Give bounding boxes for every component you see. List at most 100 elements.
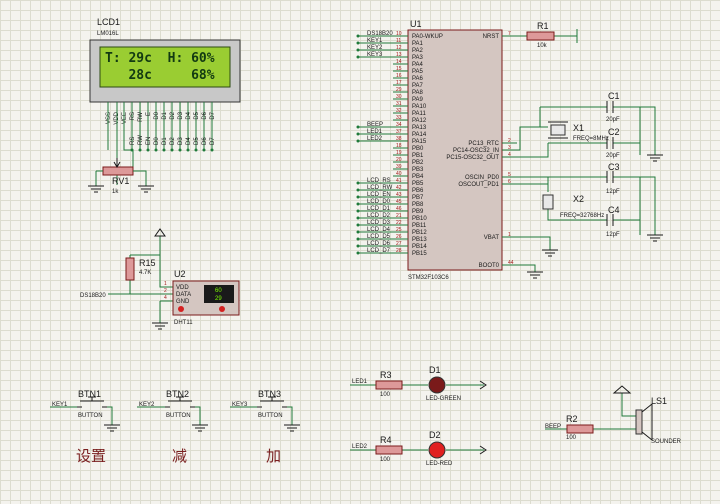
reset-resistor[interactable]: R1 10k bbox=[502, 21, 578, 49]
mcu-net-junction bbox=[356, 237, 360, 241]
lcd-pin-label: D4 bbox=[186, 111, 192, 119]
mcu-pin-no: 45 bbox=[396, 199, 402, 205]
mcu-pin-name: PB8 bbox=[412, 202, 424, 208]
mcu-net-junction bbox=[356, 181, 360, 185]
lcd-pin-label: D3 bbox=[178, 111, 184, 119]
lcd-pin-junction bbox=[154, 148, 158, 152]
lcd-pin-label: D6 bbox=[202, 111, 208, 119]
dht-pin-data: DATA bbox=[176, 292, 191, 298]
mcu-stm32[interactable]: U1 STM32F103C6 10 PA0-WKUP DS18B2011 PA1 KEY… bbox=[356, 19, 518, 281]
mcu-pin-name: PA7 bbox=[412, 83, 424, 89]
mcu-pin-no: 42 bbox=[396, 185, 402, 191]
c2-value: 20pF bbox=[606, 153, 620, 159]
r2-ref: R2 bbox=[566, 414, 578, 424]
mcu-pin-name: PB4 bbox=[412, 174, 424, 180]
mcu-pin-no: 33 bbox=[396, 115, 402, 121]
lcd-net-label: D4 bbox=[186, 137, 192, 145]
button-caption: 加 bbox=[266, 447, 281, 465]
mcu-pin-no: 30 bbox=[396, 94, 402, 100]
mcu-net-label: LCD_D7 bbox=[367, 248, 391, 254]
r15-body bbox=[125, 257, 135, 281]
x2-value: FREQ=32768Hz bbox=[560, 213, 604, 219]
dht-btn-up[interactable] bbox=[219, 306, 225, 312]
mcu-pin-name: PA0-WKUP bbox=[412, 34, 443, 40]
button-btn2[interactable]: KEY2BTN2BUTTON减 bbox=[137, 389, 208, 465]
mcu-pin-no: 37 bbox=[396, 129, 402, 135]
mcu-pin-name-right: PC15-OSC32_OUT bbox=[446, 155, 499, 161]
mcu-pin-no: 10 bbox=[396, 31, 402, 37]
r1-body bbox=[526, 31, 555, 41]
sounder-body bbox=[635, 409, 643, 435]
lcd-pin-junction bbox=[210, 148, 214, 152]
dht-pin-no-2: 2 bbox=[164, 288, 167, 294]
lcd-pin-label: D2 bbox=[170, 111, 176, 119]
mcu-pin-no: 31 bbox=[396, 101, 402, 107]
led-d1[interactable]: LED1 R3 100 D1 LED-GREEN bbox=[350, 365, 487, 402]
dht-btn-down[interactable] bbox=[178, 306, 184, 312]
mcu-net-junction bbox=[356, 188, 360, 192]
power-pins bbox=[502, 236, 558, 279]
led-res-value: 100 bbox=[380, 392, 391, 398]
mcu-pin-no: 22 bbox=[396, 220, 402, 226]
mcu-net-label: BEEP bbox=[367, 122, 383, 128]
dht11-sensor[interactable]: R15 4.7K DS18B20 U2 VDD DATA GND 1 2 4 6… bbox=[80, 228, 240, 330]
dht-pin-no-4: 4 bbox=[164, 295, 167, 301]
mcu-net-junction bbox=[356, 202, 360, 206]
led-net: LED1 bbox=[352, 379, 368, 385]
button-btn3[interactable]: KEY3BTN3BUTTON加 bbox=[230, 389, 300, 465]
mcu-pin-no: 27 bbox=[396, 241, 402, 247]
oscillator-section[interactable]: X1 FREQ=8MHz C1 20pF C2 20pF X2 FREQ=327… bbox=[502, 91, 663, 242]
mcu-net-junction bbox=[356, 55, 360, 59]
lcd-pin-junction bbox=[146, 148, 150, 152]
led-d2[interactable]: LED2 R4 100 D2 LED-RED bbox=[350, 430, 487, 467]
mcu-net-label: LCD_RS bbox=[367, 178, 391, 184]
c3-ref: C3 bbox=[608, 162, 620, 172]
mcu-net-junction bbox=[356, 251, 360, 255]
r2-body bbox=[566, 424, 594, 434]
pot-value: 1k bbox=[112, 189, 119, 195]
mcu-pin-name-right: OSCOUT_PD1 bbox=[458, 182, 499, 188]
lcd-module[interactable]: LCD1 LM016L T: 29c H: 60% 28c 68% VSS VDD… bbox=[89, 17, 241, 152]
lcd-pin-junction bbox=[138, 148, 142, 152]
led-res-value: 100 bbox=[380, 457, 391, 463]
lcd-ref: LCD1 bbox=[97, 17, 120, 27]
button-ref: BTN3 bbox=[258, 389, 281, 399]
lcd-pin-junction bbox=[186, 148, 190, 152]
mcu-pin-name: PA4 bbox=[412, 62, 424, 68]
pot-rv1[interactable]: RV1 1k bbox=[88, 102, 154, 195]
mcu-pin-name: PA14 bbox=[412, 132, 427, 138]
x2-ref: X2 bbox=[573, 194, 584, 204]
mcu-pin-no: 20 bbox=[396, 157, 402, 163]
dht-temp: 60 bbox=[215, 288, 222, 294]
mcu-pin-name: PB12 bbox=[412, 230, 427, 236]
mcu-part: STM32F103C6 bbox=[408, 275, 449, 281]
mcu-pin-name: PA1 bbox=[412, 41, 424, 47]
dht-pin-no-1: 1 bbox=[164, 281, 167, 287]
lcd-net-label: D2 bbox=[170, 137, 176, 145]
button-btn1[interactable]: KEY1BTN1BUTTON设置 bbox=[50, 389, 120, 465]
mcu-pin-no: 15 bbox=[396, 66, 402, 72]
mcu-pin-name: PB0 bbox=[412, 146, 424, 152]
sounder-ref: LS1 bbox=[651, 396, 667, 406]
leds-group: LED1 R3 100 D1 LED-GREEN LED2 R4 100 D2 LED-RED bbox=[350, 365, 487, 467]
mcu-pin-no: 16 bbox=[396, 73, 402, 79]
sounder-section[interactable]: BEEP R2 100 LS1 SOUNDER bbox=[545, 385, 682, 445]
mcu-pin-no: 19 bbox=[396, 150, 402, 156]
mcu-pin-no: 34 bbox=[396, 122, 402, 128]
c2-ref: C2 bbox=[608, 127, 620, 137]
mcu-pin-name: PA6 bbox=[412, 76, 424, 82]
mcu-pin-name-right: PC13_RTC bbox=[468, 141, 499, 147]
mcu-pin-name-right: OSCIN_PD0 bbox=[465, 175, 500, 181]
dht-pin-gnd: GND bbox=[176, 299, 190, 305]
mcu-net-junction bbox=[356, 209, 360, 213]
button-part: BUTTON bbox=[166, 413, 191, 419]
mcu-pin-name: PA10 bbox=[412, 104, 427, 110]
schematic-sheet: LCD1 LM016L T: 29c H: 60% 28c 68% VSS VDD… bbox=[0, 0, 720, 504]
lcd-pin-junction bbox=[162, 148, 166, 152]
mcu-pin-no: 12 bbox=[396, 45, 402, 51]
led-net: LED2 bbox=[352, 444, 368, 450]
x1-body bbox=[550, 124, 566, 136]
mcu-net-junction bbox=[356, 125, 360, 129]
mcu-net-label: LED2 bbox=[367, 136, 383, 142]
mcu-pin-name: PA11 bbox=[412, 111, 426, 117]
